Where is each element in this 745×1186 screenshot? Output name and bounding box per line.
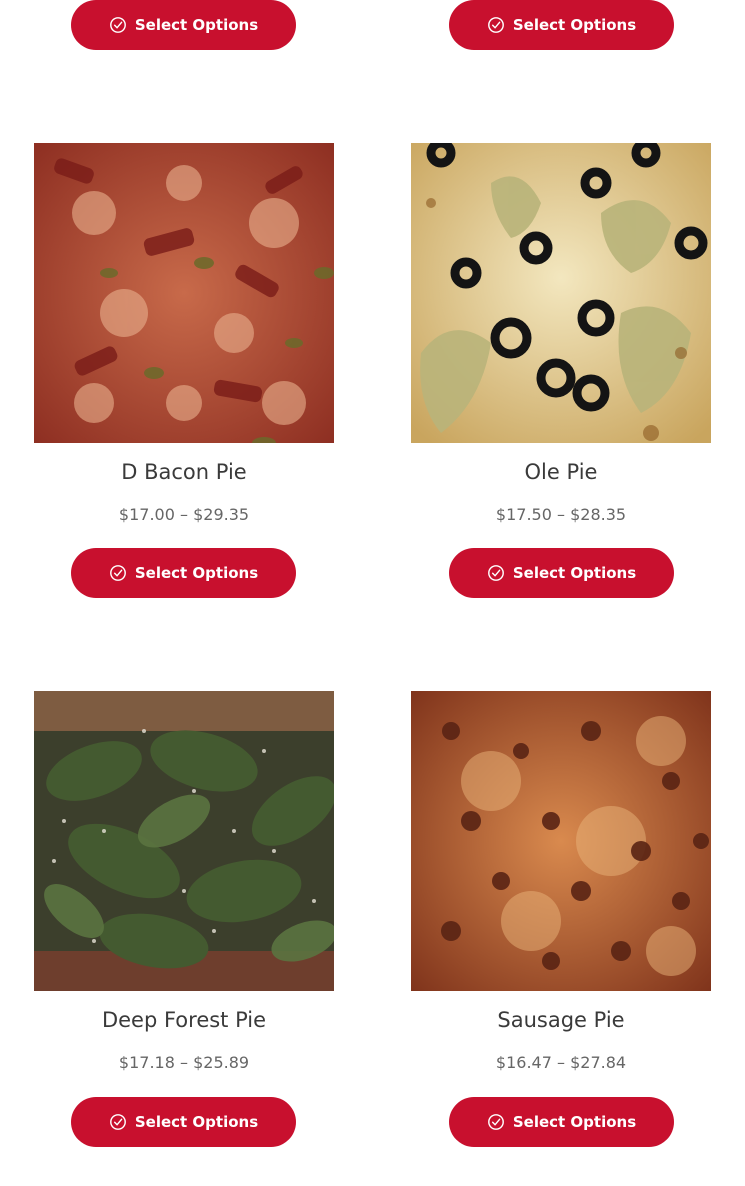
product-price: $17.50 – $28.35 (495, 505, 627, 524)
spinach-pizza-photo (34, 691, 334, 991)
button-label: Select Options (134, 564, 259, 582)
product-image[interactable] (411, 691, 711, 991)
sausage-pizza-photo (411, 691, 711, 991)
product-name[interactable]: Ole Pie (411, 459, 711, 485)
product-image[interactable] (34, 143, 334, 443)
check-circle-icon (487, 17, 504, 33)
bacon-pizza-photo (34, 143, 334, 443)
button-label: Select Options (134, 16, 259, 34)
select-options-button[interactable]: Select Options (71, 548, 296, 598)
product-name[interactable]: Sausage Pie (411, 1007, 711, 1033)
olive-artichoke-pizza-photo (411, 143, 711, 443)
check-circle-icon (487, 1114, 504, 1130)
product-image[interactable] (34, 691, 334, 991)
button-label: Select Options (512, 16, 637, 34)
check-circle-icon (109, 17, 126, 33)
select-options-button[interactable]: Select Options (449, 1097, 674, 1147)
product-card: Sausage Pie $16.47 – $27.84 (411, 691, 711, 1146)
select-options-button[interactable]: Select Options (449, 548, 674, 598)
product-image[interactable] (411, 143, 711, 443)
check-circle-icon (109, 1114, 126, 1130)
select-options-button[interactable]: Select Options (71, 0, 296, 50)
product-price: $16.47 – $27.84 (495, 1053, 627, 1072)
product-price: $17.18 – $25.89 (118, 1053, 250, 1072)
button-label: Select Options (512, 564, 637, 582)
select-options-button[interactable]: Select Options (449, 0, 674, 50)
product-grid: Select Options Select Options D Bacon Pi… (0, 0, 745, 1186)
product-price: $17.00 – $29.35 (118, 505, 250, 524)
button-label: Select Options (134, 1113, 259, 1131)
check-circle-icon (487, 565, 504, 581)
check-circle-icon (109, 565, 126, 581)
button-label: Select Options (512, 1113, 637, 1131)
select-options-button[interactable]: Select Options (71, 1097, 296, 1147)
product-card: D Bacon Pie $17.00 – $29.35 (34, 143, 334, 598)
product-name[interactable]: D Bacon Pie (34, 459, 334, 485)
product-card: Ole Pie $17.50 – $28.35 (411, 143, 711, 598)
product-name[interactable]: Deep Forest Pie (34, 1007, 334, 1033)
product-card: Deep Forest Pie $17.18 – $25.89 (34, 691, 334, 1146)
